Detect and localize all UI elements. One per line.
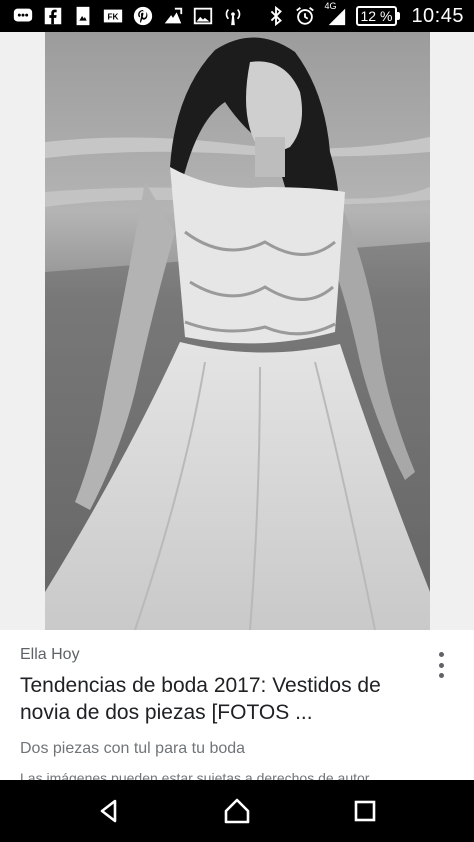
notification-icons: FK <box>0 5 244 27</box>
home-button[interactable] <box>217 791 257 831</box>
clock: 10:45 <box>411 4 464 27</box>
message-icon <box>12 5 34 27</box>
copyright-disclaimer: Las imágenes pueden estar sujetas a dere… <box>20 770 373 780</box>
back-icon <box>100 799 117 823</box>
pinterest-icon <box>132 5 154 27</box>
source-name[interactable]: Ella Hoy <box>20 646 80 664</box>
image-icon <box>72 5 94 27</box>
more-dot-icon <box>438 662 444 668</box>
battery-tip <box>397 12 401 20</box>
result-card[interactable]: Ella Hoy Tendencias de boda 2017: Vestid… <box>0 630 474 780</box>
back-button[interactable] <box>89 791 129 831</box>
hotspot-icon <box>222 5 244 27</box>
alarm-icon <box>294 5 316 27</box>
battery-level: 12 % <box>355 6 398 26</box>
more-dot-icon <box>438 673 444 678</box>
image-viewer <box>0 32 474 630</box>
gallery-icon <box>192 5 214 27</box>
system-icons: 4G 12 % 10:45 <box>265 1 474 28</box>
facebook-icon <box>42 5 64 27</box>
navigation-bar <box>0 780 474 842</box>
network-label: 4G <box>324 1 337 11</box>
fk-icon: FK <box>102 5 124 27</box>
svg-text:FK: FK <box>108 13 119 22</box>
more-options-button[interactable] <box>428 648 454 682</box>
status-bar: FK 4G 12 % 10:45 <box>0 0 474 32</box>
result-subtitle: Dos piezas con tul para tu boda <box>20 740 246 757</box>
battery-indicator: 12 % <box>355 6 401 26</box>
recents-button[interactable] <box>345 791 385 831</box>
recents-icon <box>354 800 376 822</box>
bluetooth-icon <box>265 5 287 27</box>
result-image[interactable] <box>45 32 430 630</box>
home-icon <box>224 798 250 824</box>
bride-photo-illustration <box>45 32 430 630</box>
more-dot-icon <box>438 652 444 657</box>
result-title[interactable]: Tendencias de boda 2017: Vestidos de nov… <box>20 672 420 726</box>
signal-icon: 4G <box>323 1 349 27</box>
photos-icon <box>162 5 184 27</box>
